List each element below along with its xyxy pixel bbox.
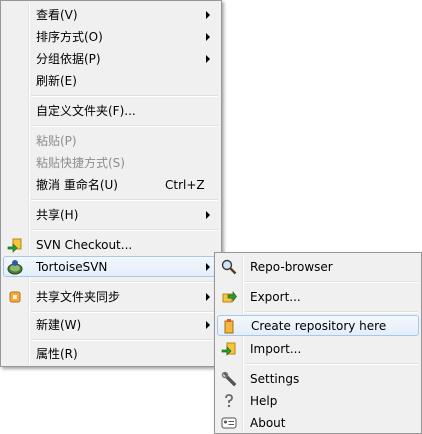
menu-item-label: Settings — [250, 372, 300, 386]
menu-item-undo-rename[interactable]: 撤消 重命名(U) Ctrl+Z — [3, 174, 219, 196]
menu-separator — [31, 311, 218, 313]
menu-separator — [31, 339, 218, 341]
export-icon — [221, 289, 237, 305]
tortoisesvn-icon — [7, 259, 23, 275]
help-icon — [221, 393, 237, 409]
submenu-arrow-icon — [206, 33, 210, 41]
tortoisesvn-submenu: Repo-browser Export... Create repository… — [214, 252, 422, 434]
menu-item-paste: 粘贴(P) — [3, 130, 219, 152]
menu-item-label: 撤消 重命名(U) — [36, 178, 118, 192]
menu-item-view[interactable]: 查看(V) — [3, 4, 219, 26]
menu-item-label: Repo-browser — [250, 260, 333, 274]
menu-item-label: 粘贴(P) — [36, 134, 77, 148]
menu-item-label: 共享(H) — [36, 208, 79, 222]
menu-item-label: 自定义文件夹(F)... — [36, 104, 136, 118]
menu-item-new[interactable]: 新建(W) — [3, 314, 219, 336]
menu-item-refresh[interactable]: 刷新(E) — [3, 70, 219, 92]
menu-item-folder-sync[interactable]: 共享文件夹同步 — [3, 286, 219, 308]
menu-item-label: 粘贴快捷方式(S) — [36, 156, 125, 170]
menu-separator — [31, 229, 218, 231]
menu-separator — [245, 281, 418, 283]
menu-separator — [31, 199, 218, 201]
menu-separator — [245, 311, 418, 313]
create-repository-icon — [221, 318, 237, 334]
menu-item-share[interactable]: 共享(H) — [3, 204, 219, 226]
menu-separator — [31, 281, 218, 283]
menu-separator — [31, 125, 218, 127]
menu-item-label: About — [250, 416, 286, 430]
submenu-arrow-icon — [206, 263, 210, 271]
submenu-item-export[interactable]: Export... — [217, 286, 419, 308]
submenu-item-create-repository[interactable]: Create repository here — [217, 315, 419, 336]
menu-item-label: TortoiseSVN — [36, 260, 108, 274]
menu-item-customize-folder[interactable]: 自定义文件夹(F)... — [3, 100, 219, 122]
submenu-arrow-icon — [206, 55, 210, 63]
submenu-item-help[interactable]: Help — [217, 390, 419, 412]
menu-item-paste-shortcut: 粘贴快捷方式(S) — [3, 152, 219, 174]
menu-item-label: Import... — [250, 342, 302, 356]
menu-item-label: SVN Checkout... — [36, 238, 133, 252]
submenu-item-about[interactable]: About — [217, 412, 419, 434]
menu-item-label: 共享文件夹同步 — [36, 290, 121, 304]
about-icon — [221, 415, 237, 431]
desktop-context-menu: 查看(V) 排序方式(O) 分组依据(P) 刷新(E) 自定义文件夹(F)...… — [0, 0, 222, 367]
menu-item-label: 新建(W) — [36, 318, 82, 332]
menu-item-label: 刷新(E) — [36, 74, 77, 88]
folder-sync-icon — [7, 289, 23, 305]
menu-separator — [245, 363, 418, 365]
submenu-arrow-icon — [206, 293, 210, 301]
submenu-item-repo-browser[interactable]: Repo-browser — [217, 256, 419, 278]
menu-item-shortcut: Ctrl+Z — [165, 178, 205, 192]
submenu-arrow-icon — [206, 211, 210, 219]
submenu-arrow-icon — [206, 321, 210, 329]
menu-item-properties[interactable]: 属性(R) — [3, 343, 219, 365]
menu-item-label: 查看(V) — [36, 8, 78, 22]
menu-item-label: 属性(R) — [36, 347, 78, 361]
menu-item-label: 分组依据(P) — [36, 52, 101, 66]
submenu-arrow-icon — [206, 11, 210, 19]
menu-item-label: 排序方式(O) — [36, 30, 103, 44]
svn-checkout-icon — [7, 237, 23, 253]
submenu-item-settings[interactable]: Settings — [217, 368, 419, 390]
menu-item-svn-checkout[interactable]: SVN Checkout... — [3, 234, 219, 256]
menu-item-label: Help — [250, 394, 278, 408]
menu-item-label: Create repository here — [251, 319, 387, 333]
repo-browser-icon — [221, 259, 237, 275]
menu-item-sort-by[interactable]: 排序方式(O) — [3, 26, 219, 48]
import-icon — [221, 341, 237, 357]
menu-item-tortoisesvn[interactable]: TortoiseSVN — [3, 256, 219, 277]
menu-item-label: Export... — [250, 290, 301, 304]
menu-item-group-by[interactable]: 分组依据(P) — [3, 48, 219, 70]
menu-separator — [31, 95, 218, 97]
settings-icon — [221, 371, 237, 387]
submenu-item-import[interactable]: Import... — [217, 338, 419, 360]
